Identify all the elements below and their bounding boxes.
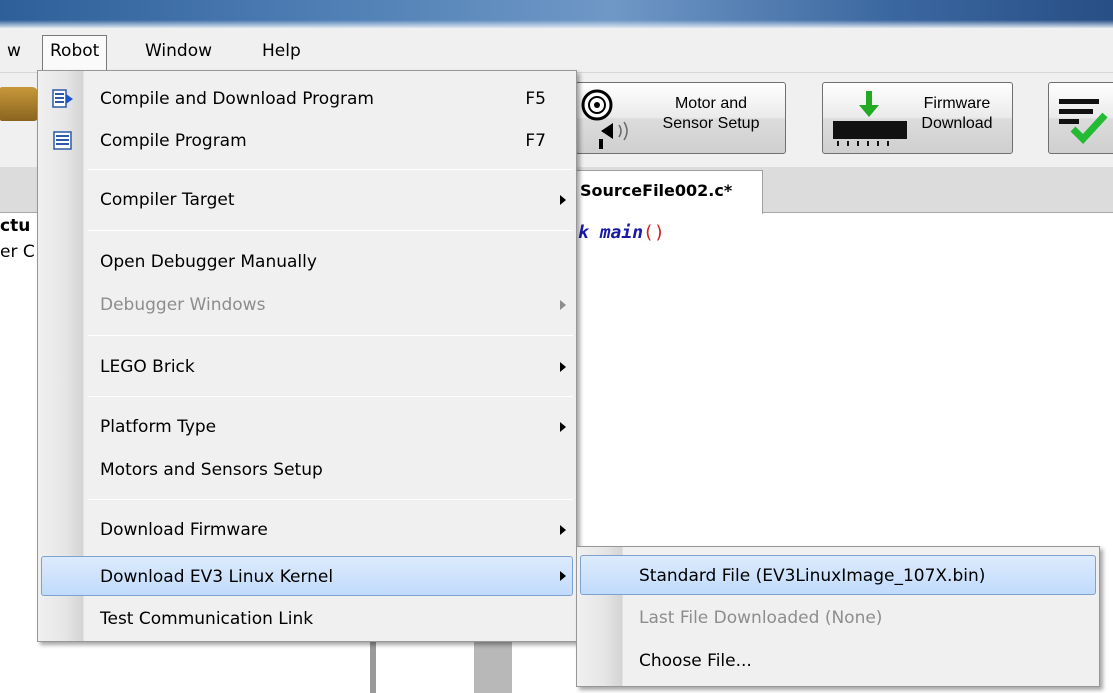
menu-item-lego-brick[interactable]: LEGO Brick [41, 347, 573, 387]
menu-view[interactable]: w [0, 36, 28, 66]
submenu-item-choose-file[interactable]: Choose File... [580, 641, 1096, 681]
menu-separator [88, 230, 573, 231]
menu-item-download-firmware[interactable]: Download Firmware [41, 510, 573, 550]
robot-menu: Compile and Download Program F5 Compile … [37, 70, 577, 642]
check-program-button[interactable] [1048, 82, 1113, 154]
firmware-label-line2: Download [921, 115, 993, 132]
menu-item-platform-type[interactable]: Platform Type [41, 407, 573, 447]
menu-item-label: Compiler Target [100, 190, 235, 210]
menu-item-motors-sensors-setup[interactable]: Motors and Sensors Setup [41, 450, 573, 490]
menu-help[interactable]: Help [255, 36, 308, 66]
left-pane [0, 213, 40, 693]
left-pane-text-1: ctu [0, 216, 31, 236]
open-folder-icon[interactable] [0, 87, 38, 121]
menu-item-download-ev3-kernel[interactable]: Download EV3 Linux Kernel [41, 556, 573, 596]
menu-item-debugger-windows: Debugger Windows [41, 285, 573, 325]
submenu-arrow-icon [560, 422, 566, 432]
menu-item-compiler-target[interactable]: Compiler Target [41, 180, 573, 220]
menu-item-shortcut: F7 [525, 131, 546, 151]
menu-item-open-debugger[interactable]: Open Debugger Manually [41, 242, 573, 282]
ev3-kernel-submenu: Standard File (EV3LinuxImage_107X.bin) L… [576, 546, 1100, 687]
left-pane-text-2: er C [0, 242, 35, 262]
menu-separator [88, 499, 573, 500]
menu-item-label: Platform Type [100, 417, 217, 437]
submenu-item-standard-file[interactable]: Standard File (EV3LinuxImage_107X.bin) [580, 555, 1096, 595]
menu-item-compile[interactable]: Compile Program F7 [41, 121, 573, 161]
code-keyword: k [578, 222, 589, 243]
menu-item-test-communication[interactable]: Test Communication Link [41, 599, 573, 639]
menu-separator [88, 335, 573, 336]
menu-item-label: Compile and Download Program [100, 89, 374, 109]
motor-sensor-icon [581, 89, 628, 149]
menu-item-label: Download EV3 Linux Kernel [100, 567, 334, 587]
submenu-arrow-icon [560, 362, 566, 372]
submenu-arrow-icon [560, 525, 566, 535]
window-title-bar [0, 0, 1113, 28]
menu-robot[interactable]: Robot [42, 35, 108, 73]
submenu-item-label: Last File Downloaded (None) [639, 608, 883, 628]
submenu-arrow-icon [560, 300, 566, 310]
menu-item-shortcut: F5 [525, 89, 546, 109]
firmware-label-line1: Firmware [923, 95, 991, 112]
menu-item-label: Compile Program [100, 131, 247, 151]
menu-item-label: Debugger Windows [100, 295, 266, 315]
menu-item-label: LEGO Brick [100, 357, 195, 377]
firmware-download-button[interactable]: Firmware Download [822, 82, 1013, 154]
checklist-icon [1059, 99, 1108, 145]
motor-setup-label-line2: Sensor Setup [662, 115, 760, 132]
code-line: k main() [578, 222, 665, 243]
motor-sensor-setup-button[interactable]: Motor and Sensor Setup [575, 82, 786, 154]
compile-icon [53, 131, 72, 150]
scrollbar-track[interactable] [474, 635, 512, 693]
submenu-arrow-icon [560, 195, 566, 205]
menu-item-label: Test Communication Link [100, 609, 314, 629]
compile-download-icon [52, 89, 73, 108]
submenu-arrow-icon [560, 571, 566, 581]
submenu-item-label: Standard File (EV3LinuxImage_107X.bin) [639, 566, 986, 586]
firmware-download-icon [833, 91, 907, 146]
menu-item-compile-download[interactable]: Compile and Download Program F5 [41, 79, 573, 119]
motor-setup-label-line1: Motor and [674, 95, 748, 112]
menu-item-label: Download Firmware [100, 520, 268, 540]
submenu-item-last-file: Last File Downloaded (None) [580, 598, 1096, 638]
code-parens: () [643, 222, 665, 243]
menu-separator [88, 169, 573, 170]
splitter-bar[interactable] [370, 635, 376, 693]
menu-window[interactable]: Window [138, 36, 219, 66]
menu-item-label: Open Debugger Manually [100, 252, 317, 272]
menu-bar: w Robot Window Help [0, 28, 1113, 73]
menu-item-label: Motors and Sensors Setup [100, 460, 323, 480]
submenu-item-label: Choose File... [639, 651, 752, 671]
tab-sourcefile002[interactable]: SourceFile002.c* [575, 170, 763, 214]
code-function: main [599, 222, 644, 243]
menu-separator [88, 396, 573, 397]
